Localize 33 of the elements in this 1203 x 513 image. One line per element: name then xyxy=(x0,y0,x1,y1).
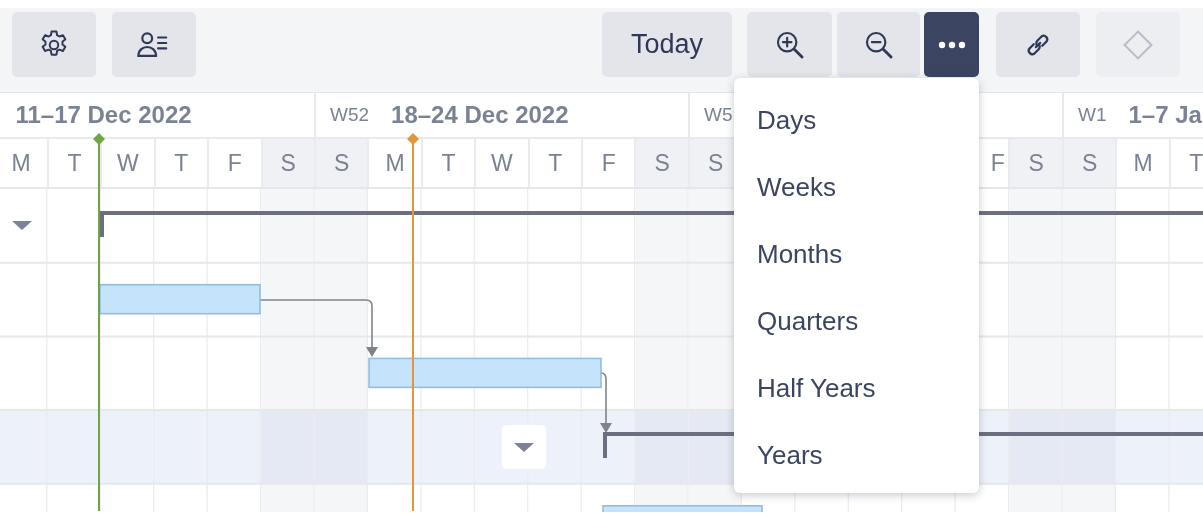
menu-item[interactable]: Half Years xyxy=(734,355,979,422)
zoom-in-button[interactable] xyxy=(747,12,832,77)
resources-button[interactable] xyxy=(112,12,196,77)
caret-icon[interactable] xyxy=(12,221,32,230)
menu-item[interactable]: Months xyxy=(734,221,979,288)
weekend-day-header: S xyxy=(1008,139,1062,187)
day-header: T xyxy=(153,139,208,187)
day-header: T xyxy=(527,139,582,187)
day-header: T xyxy=(420,139,475,187)
dependency-arrow xyxy=(600,372,612,433)
week-number: W52 xyxy=(330,104,370,126)
menu-item[interactable]: Quarters xyxy=(734,288,979,355)
weekend-day-header: S xyxy=(260,139,314,187)
today-button[interactable]: Today xyxy=(602,12,732,77)
more-button[interactable] xyxy=(924,12,979,77)
week-range: 18–24 Dec 2022 xyxy=(391,101,569,129)
weekend-day-header: S xyxy=(634,139,688,187)
day-header: M xyxy=(1115,139,1169,187)
weekend-day-header: S xyxy=(313,139,368,187)
day-header: T xyxy=(1168,139,1203,187)
week-range: 11–17 Dec 2022 xyxy=(15,101,192,129)
expand-button[interactable] xyxy=(502,425,546,470)
week-number: W1 xyxy=(1078,104,1107,126)
day-header: M xyxy=(0,139,47,187)
more-icon xyxy=(937,40,966,49)
menu-item[interactable]: Years xyxy=(734,422,979,489)
link-button[interactable] xyxy=(996,12,1080,77)
week-number: W5 xyxy=(704,104,733,126)
zoom-out-button[interactable] xyxy=(837,12,920,77)
weekend-day-header: S xyxy=(1061,139,1116,187)
week-range: 1–7 Ja xyxy=(1128,101,1202,129)
settings-button[interactable] xyxy=(12,12,96,77)
day-header: W xyxy=(474,139,528,187)
